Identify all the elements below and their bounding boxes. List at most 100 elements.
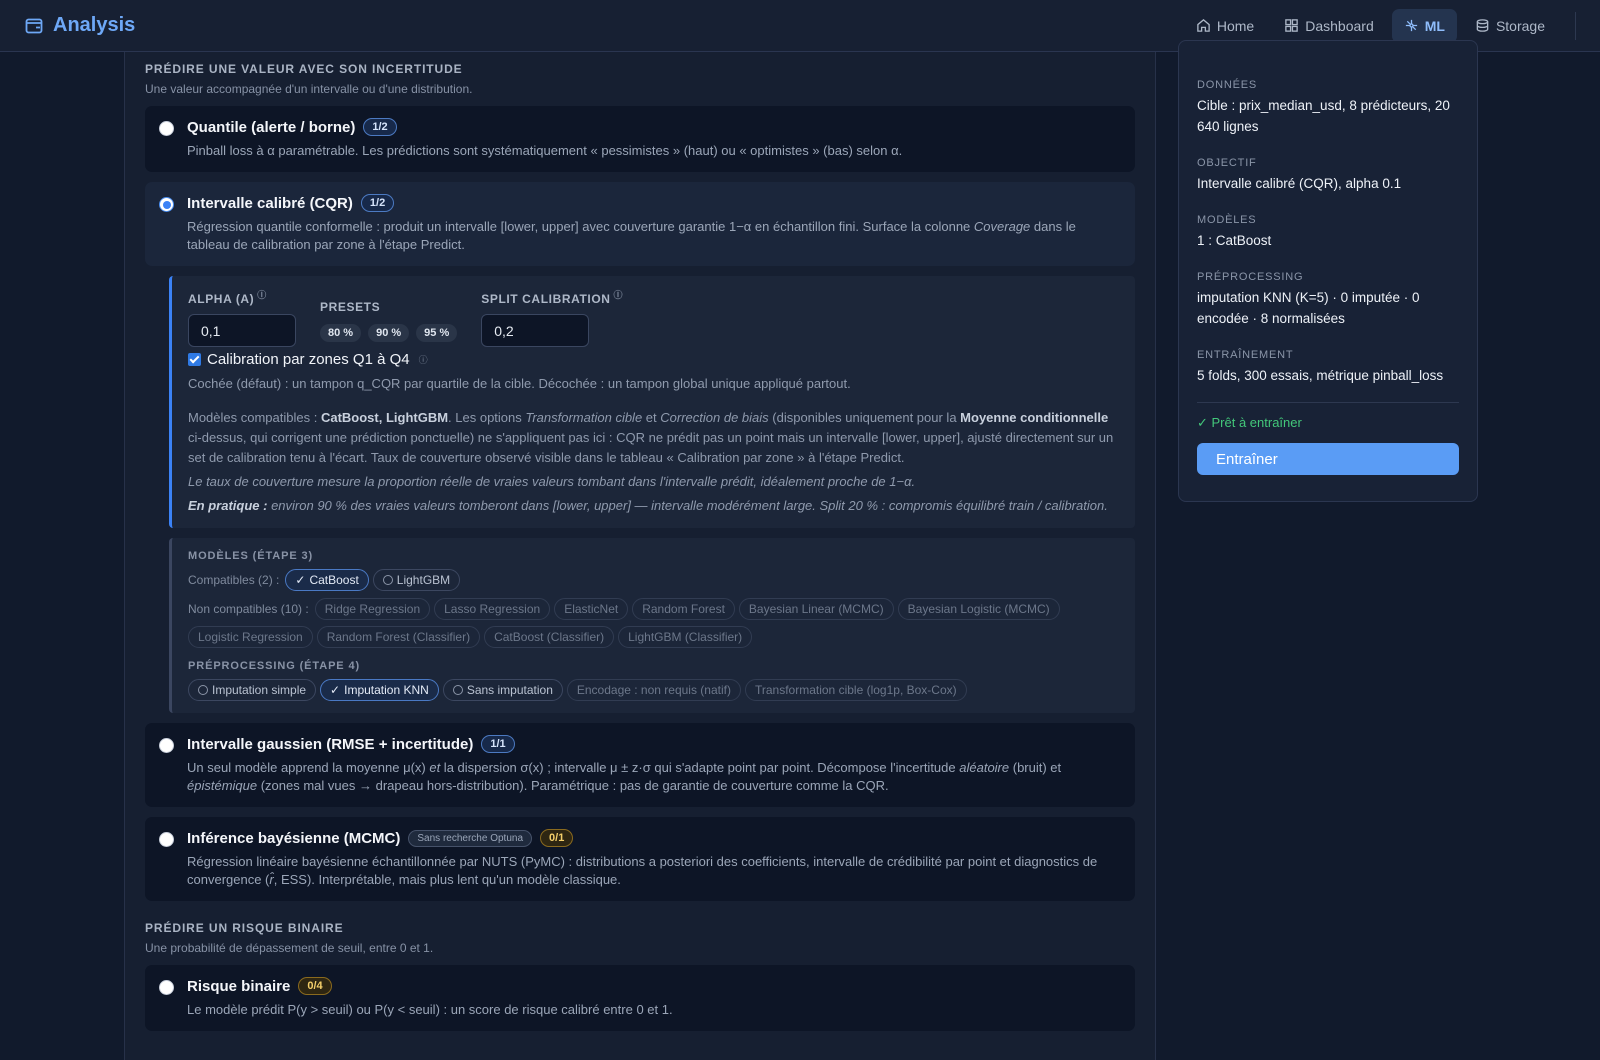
uncertainty-section-header: PRÉDIRE UNE VALEUR AVEC SON INCERTITUDE … <box>145 62 1135 96</box>
prep-chip-simple[interactable]: Imputation simple <box>188 679 317 701</box>
gaussian-title: Intervalle gaussien (RMSE + incertitude) <box>187 735 474 753</box>
bayes-desc: Régression linéaire bayésienne échantill… <box>187 853 1119 889</box>
quantile-desc: Pinball loss à α paramétrable. Les prédi… <box>187 143 903 158</box>
circle-icon <box>198 685 208 695</box>
nav-home-label: Home <box>1216 17 1255 34</box>
bayes-radio[interactable] <box>159 832 174 847</box>
option-gaussian[interactable]: Intervalle gaussien (RMSE + incertitude)… <box>145 723 1135 807</box>
option-quantile[interactable]: Quantile (alerte / borne) 1/2 Pinball los… <box>145 106 1135 172</box>
summary-data-label: DONNÉES <box>1197 79 1257 91</box>
summary-models-value: 1 : CatBoost <box>1197 233 1272 248</box>
zones-checkbox-row[interactable]: Calibration par zones Q1 à Q4 ⓘ <box>188 351 1119 368</box>
info-icon[interactable]: ⓘ <box>419 353 428 366</box>
preset-90[interactable]: 90 % <box>368 324 410 342</box>
binary-risk-radio[interactable] <box>159 980 174 995</box>
summary-objective-value: Intervalle calibré (CQR), alpha 0.1 <box>1197 176 1402 191</box>
presets-label: PRESETS <box>320 300 381 314</box>
info-icon[interactable]: ⓘ <box>257 290 267 300</box>
option-cqr[interactable]: Intervalle calibré (CQR) 1/2 Régression q… <box>145 182 1135 266</box>
option-binary-risk[interactable]: Risque binaire 0/4 Le modèle prédit P(y >… <box>145 965 1135 1031</box>
compat-p4: (disponibles uniquement pour la <box>768 410 961 425</box>
coverage-note: Le taux de couverture mesure la proporti… <box>188 474 916 489</box>
binary-risk-badge: 0/4 <box>298 977 332 995</box>
summary-data-value: Cible : prix_median_usd, 8 prédicteurs, … <box>1197 98 1450 134</box>
preprocessing-row: Imputation simple ✓ Imputation KNN Sans i… <box>188 679 1119 701</box>
summary-training-value: 5 folds, 300 essais, métrique pinball_lo… <box>1197 368 1444 383</box>
quantile-radio[interactable] <box>159 121 174 136</box>
compat-p5: ci-dessus, qui corrigent une prédiction … <box>188 430 1114 465</box>
practice-text: environ 90 % des vraies valeurs tomberon… <box>267 498 1108 513</box>
gaussian-d1: Un seul modèle apprend la moyenne μ(x) <box>187 760 430 775</box>
compat-b1: CatBoost, LightGBM <box>320 410 449 425</box>
nav-ml[interactable]: ML <box>1391 8 1457 43</box>
nav-dashboard[interactable]: Dashboard <box>1272 9 1386 43</box>
model-chip-disabled: CatBoost (Classifier) <box>484 626 615 648</box>
zones-checkbox[interactable] <box>188 353 201 366</box>
ml-icon <box>1405 19 1417 32</box>
prep-chip-knn-label: Imputation KNN <box>344 683 429 697</box>
info-icon[interactable]: ⓘ <box>614 290 624 300</box>
model-chip-lightgbm[interactable]: LightGBM <box>372 569 461 591</box>
binary-section-header: PRÉDIRE UN RISQUE BINAIRE Une probabilit… <box>145 921 1135 955</box>
check-icon: ✓ <box>330 683 341 697</box>
nav-dashboard-label: Dashboard <box>1305 17 1374 34</box>
ready-status: ✓ Prêt à entraîner <box>1197 415 1302 430</box>
alpha-input[interactable]: 0,1 <box>188 314 296 347</box>
summary-prep-label: PRÉPROCESSING <box>1197 271 1304 283</box>
compatible-label: Compatibles (2) : <box>188 573 280 587</box>
app-brand[interactable]: Analysis <box>24 14 135 37</box>
cqr-radio[interactable] <box>159 197 174 212</box>
cqr-desc-a: Régression quantile conformelle : produi… <box>187 219 974 234</box>
alpha-field-group: ALPHA (Α) ⓘ 0,1 <box>188 288 296 347</box>
zones-checkbox-label[interactable]: Calibration par zones Q1 à Q4 <box>207 351 410 368</box>
bayes-badge: 0/1 <box>540 829 574 847</box>
objective-list: PRÉDIRE UNE VALEUR AVEC SON INCERTITUDE … <box>145 52 1135 1031</box>
check-icon: ✓ <box>295 573 306 587</box>
prep-chip-none[interactable]: Sans imputation <box>442 679 563 701</box>
prep-chip-none-label: Sans imputation <box>466 683 553 697</box>
bayes-title: Inférence bayésienne (MCMC) <box>187 829 401 847</box>
models-step-title: MODÈLES (ÉTAPE 3) <box>188 550 314 562</box>
nav-home[interactable]: Home <box>1184 9 1266 43</box>
nav-storage[interactable]: Storage <box>1463 9 1557 43</box>
option-bayes[interactable]: Inférence bayésienne (MCMC) Sans recherch… <box>145 817 1135 901</box>
compat-i2: Correction de biais <box>660 410 769 425</box>
binary-risk-title: Risque binaire <box>187 977 291 995</box>
app-title: Analysis <box>53 14 136 36</box>
model-chip-disabled: Ridge Regression <box>314 598 431 620</box>
model-chip-disabled: Bayesian Logistic (MCMC) <box>897 598 1060 620</box>
model-chip-disabled: Bayesian Linear (MCMC) <box>738 598 894 620</box>
nav-divider <box>1575 11 1576 40</box>
split-input[interactable]: 0,2 <box>481 314 590 347</box>
dashboard-icon <box>1285 19 1299 32</box>
gaussian-radio[interactable] <box>159 738 174 753</box>
gaussian-d1i: et <box>429 760 441 775</box>
summary-data: DONNÉES Cible : prix_median_usd, 8 prédi… <box>1197 79 1459 137</box>
prep-chip-knn[interactable]: ✓ Imputation KNN <box>320 679 439 701</box>
gaussian-desc: Un seul modèle apprend la moyenne μ(x) e… <box>187 759 1119 795</box>
prep-chip-disabled: Encodage : non requis (natif) <box>566 679 741 701</box>
gaussian-d3: (bruit) et <box>1009 760 1062 775</box>
quantile-title: Quantile (alerte / borne) <box>187 118 356 136</box>
split-field-group: SPLIT CALIBRATION ⓘ 0,2 <box>481 288 623 347</box>
main-panel: PRÉDIRE UNE VALEUR AVEC SON INCERTITUDE … <box>124 52 1156 1060</box>
binary-section-subtitle: Une probabilité de dépassement de seuil,… <box>145 941 434 955</box>
compat-explanation: Modèles compatibles : CatBoost, LightGBM… <box>188 408 1119 468</box>
preset-95[interactable]: 95 % <box>416 324 458 342</box>
cqr-badge: 1/2 <box>360 194 395 212</box>
noncompatible-label: Non compatibles (10) : <box>188 602 309 616</box>
circle-icon <box>452 685 463 695</box>
cqr-title: Intervalle calibré (CQR) <box>187 194 353 212</box>
summary-objective-label: OBJECTIF <box>1197 157 1257 169</box>
analysis-icon <box>25 18 43 33</box>
main-nav: Home Dashboard ML Storage <box>1184 8 1576 43</box>
train-button[interactable]: Entraîner <box>1197 443 1459 475</box>
binary-risk-desc: Le modèle prédit P(y > seuil) ou P(y < s… <box>187 1002 673 1017</box>
cqr-config-panel: ALPHA (Α) ⓘ 0,1 PRESETS 80 % 90 % 95 % SP… <box>169 276 1135 528</box>
split-label-text: SPLIT CALIBRATION <box>481 292 611 306</box>
nav-storage-label: Storage <box>1495 17 1545 34</box>
preset-80[interactable]: 80 % <box>320 324 362 342</box>
summary-models-label: MODÈLES <box>1197 214 1257 226</box>
gaussian-d2: la dispersion σ(x) ; intervalle μ ± z·σ … <box>440 760 960 775</box>
model-chip-catboost[interactable]: ✓ CatBoost <box>285 569 369 591</box>
